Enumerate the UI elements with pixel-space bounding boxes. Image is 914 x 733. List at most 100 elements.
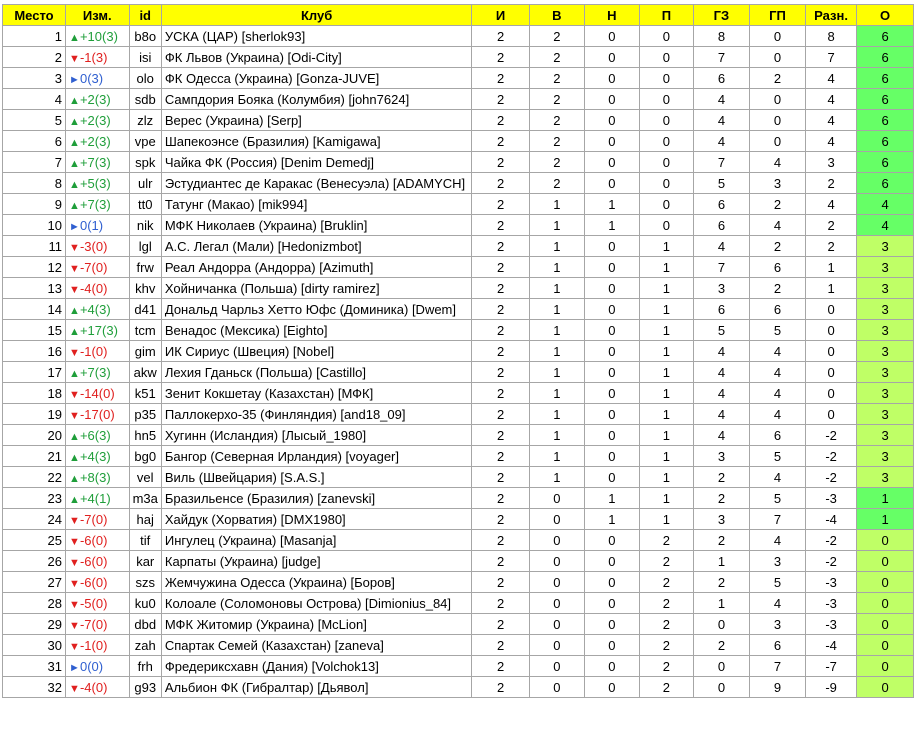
points-cell[interactable]: 3 — [856, 298, 914, 320]
goals-for-cell[interactable]: 8 — [692, 25, 750, 47]
club-cell[interactable]: ФК Львов (Украина) [Odi-City] — [160, 46, 473, 68]
id-cell[interactable]: isi — [128, 46, 162, 68]
club-cell[interactable]: Хугинн (Исландия) [Лысый_1980] — [160, 424, 473, 446]
points-cell[interactable]: 3 — [856, 466, 914, 488]
place-cell[interactable]: 5 — [2, 109, 66, 131]
change-cell[interactable]: ▼-14(0) — [64, 382, 130, 404]
goal-difference-cell[interactable]: -2 — [805, 550, 858, 572]
points-cell[interactable]: 3 — [856, 424, 914, 446]
place-cell[interactable]: 22 — [2, 466, 66, 488]
goals-against-cell[interactable]: 5 — [748, 487, 807, 509]
draws-cell[interactable]: 0 — [583, 466, 640, 488]
wins-cell[interactable]: 1 — [528, 382, 585, 404]
place-cell[interactable]: 15 — [2, 319, 66, 341]
draws-cell[interactable]: 0 — [583, 151, 640, 173]
goals-for-cell[interactable]: 5 — [692, 172, 750, 194]
id-cell[interactable]: frw — [128, 256, 162, 278]
losses-cell[interactable]: 1 — [638, 256, 694, 278]
draws-cell[interactable]: 0 — [583, 46, 640, 68]
draws-cell[interactable]: 0 — [583, 319, 640, 341]
change-cell[interactable]: ▲+4(3) — [64, 298, 130, 320]
header-goals-against[interactable]: ГП — [748, 4, 807, 26]
goals-against-cell[interactable]: 3 — [748, 613, 807, 635]
played-cell[interactable]: 2 — [471, 529, 530, 551]
header-place[interactable]: Место — [2, 4, 66, 26]
draws-cell[interactable]: 1 — [583, 508, 640, 530]
id-cell[interactable]: b8o — [128, 25, 162, 47]
goals-for-cell[interactable]: 5 — [692, 319, 750, 341]
place-cell[interactable]: 21 — [2, 445, 66, 467]
points-cell[interactable]: 0 — [856, 571, 914, 593]
club-cell[interactable]: Хойничанка (Польша) [dirty ramirez] — [160, 277, 473, 299]
goals-against-cell[interactable]: 0 — [748, 25, 807, 47]
wins-cell[interactable]: 0 — [528, 592, 585, 614]
goal-difference-cell[interactable]: 0 — [805, 382, 858, 404]
change-cell[interactable]: ►0(3) — [64, 67, 130, 89]
wins-cell[interactable]: 1 — [528, 361, 585, 383]
change-cell[interactable]: ▲+4(3) — [64, 445, 130, 467]
goal-difference-cell[interactable]: 8 — [805, 25, 858, 47]
wins-cell[interactable]: 1 — [528, 298, 585, 320]
points-cell[interactable]: 3 — [856, 403, 914, 425]
draws-cell[interactable]: 0 — [583, 88, 640, 110]
points-cell[interactable]: 6 — [856, 46, 914, 68]
losses-cell[interactable]: 1 — [638, 235, 694, 257]
change-cell[interactable]: ▲+10(3) — [64, 25, 130, 47]
club-cell[interactable]: Сампдория Бояка (Колумбия) [john7624] — [160, 88, 473, 110]
goals-against-cell[interactable]: 5 — [748, 445, 807, 467]
wins-cell[interactable]: 1 — [528, 466, 585, 488]
club-cell[interactable]: Зенит Кокшетау (Казахстан) [МФК] — [160, 382, 473, 404]
goals-for-cell[interactable]: 4 — [692, 130, 750, 152]
draws-cell[interactable]: 0 — [583, 634, 640, 656]
goals-against-cell[interactable]: 7 — [748, 508, 807, 530]
id-cell[interactable]: szs — [128, 571, 162, 593]
played-cell[interactable]: 2 — [471, 130, 530, 152]
goal-difference-cell[interactable]: 0 — [805, 319, 858, 341]
place-cell[interactable]: 25 — [2, 529, 66, 551]
losses-cell[interactable]: 2 — [638, 550, 694, 572]
wins-cell[interactable]: 2 — [528, 25, 585, 47]
losses-cell[interactable]: 0 — [638, 193, 694, 215]
draws-cell[interactable]: 0 — [583, 256, 640, 278]
change-cell[interactable]: ▼-17(0) — [64, 403, 130, 425]
header-club[interactable]: Клуб — [160, 4, 473, 26]
goal-difference-cell[interactable]: 7 — [805, 46, 858, 68]
change-cell[interactable]: ▲+4(1) — [64, 487, 130, 509]
goals-for-cell[interactable]: 0 — [692, 655, 750, 677]
change-cell[interactable]: ▼-7(0) — [64, 256, 130, 278]
wins-cell[interactable]: 2 — [528, 151, 585, 173]
played-cell[interactable]: 2 — [471, 193, 530, 215]
goals-for-cell[interactable]: 6 — [692, 214, 750, 236]
played-cell[interactable]: 2 — [471, 634, 530, 656]
club-cell[interactable]: Хайдук (Хорватия) [DMX1980] — [160, 508, 473, 530]
change-cell[interactable]: ▼-4(0) — [64, 277, 130, 299]
played-cell[interactable]: 2 — [471, 25, 530, 47]
points-cell[interactable]: 3 — [856, 235, 914, 257]
id-cell[interactable]: vpe — [128, 130, 162, 152]
id-cell[interactable]: tt0 — [128, 193, 162, 215]
wins-cell[interactable]: 1 — [528, 235, 585, 257]
wins-cell[interactable]: 1 — [528, 319, 585, 341]
place-cell[interactable]: 17 — [2, 361, 66, 383]
change-cell[interactable]: ▲+2(3) — [64, 88, 130, 110]
change-cell[interactable]: ▼-1(0) — [64, 634, 130, 656]
change-cell[interactable]: ▲+7(3) — [64, 151, 130, 173]
goal-difference-cell[interactable]: 4 — [805, 88, 858, 110]
goal-difference-cell[interactable]: -3 — [805, 487, 858, 509]
points-cell[interactable]: 0 — [856, 592, 914, 614]
points-cell[interactable]: 6 — [856, 130, 914, 152]
points-cell[interactable]: 3 — [856, 277, 914, 299]
goal-difference-cell[interactable]: -2 — [805, 466, 858, 488]
draws-cell[interactable]: 0 — [583, 298, 640, 320]
losses-cell[interactable]: 0 — [638, 46, 694, 68]
losses-cell[interactable]: 2 — [638, 592, 694, 614]
wins-cell[interactable]: 2 — [528, 172, 585, 194]
goals-against-cell[interactable]: 6 — [748, 424, 807, 446]
goal-difference-cell[interactable]: 1 — [805, 277, 858, 299]
played-cell[interactable]: 2 — [471, 319, 530, 341]
draws-cell[interactable]: 0 — [583, 529, 640, 551]
change-cell[interactable]: ▲+5(3) — [64, 172, 130, 194]
club-cell[interactable]: Колоале (Соломоновы Острова) [Dimionius_… — [160, 592, 473, 614]
place-cell[interactable]: 30 — [2, 634, 66, 656]
club-cell[interactable]: Дональд Чарльз Хетто Юфс (Доминика) [Dwe… — [160, 298, 473, 320]
